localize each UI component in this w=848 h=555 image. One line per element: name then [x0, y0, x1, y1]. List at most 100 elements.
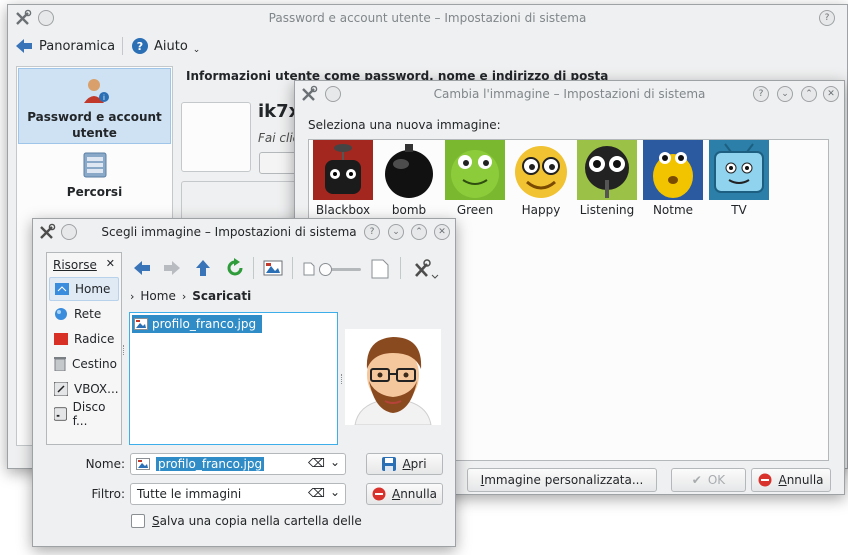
help-button[interactable]: ? [364, 224, 380, 240]
main-window-help-button[interactable]: ? [819, 10, 835, 26]
overview-label: Panoramica [39, 38, 116, 54]
sidebar-item-password-accounts[interactable]: i Password e account utente [18, 68, 171, 144]
help-label: Aiuto [154, 38, 188, 54]
user-avatar-frame[interactable] [181, 102, 251, 172]
file-dialog: Scegli immagine – Impostazioni di sistem… [32, 218, 456, 547]
help-button[interactable]: ? [753, 86, 769, 102]
filter-combo[interactable]: Tutte le immagini ⌫ ⌄ [130, 483, 346, 505]
places-item-disk[interactable]: Disco f... [49, 400, 119, 428]
overview-button[interactable]: Panoramica [14, 35, 115, 57]
cancel-icon [758, 473, 772, 487]
toolbar-separator [253, 257, 254, 279]
tools-icon[interactable] [38, 223, 56, 241]
file-dialog-title: Scegli immagine – Impostazioni di sistem… [101, 225, 357, 239]
filter-value: Tutte le immagini [137, 487, 242, 501]
places-item-label: Disco f... [72, 400, 106, 428]
save-copy-label[interactable]: Salva una copia nella cartella delle [152, 514, 362, 528]
close-button[interactable]: ✕ [434, 224, 450, 240]
list-item[interactable]: profilo_franco.jpg [132, 315, 263, 333]
places-item-root[interactable]: Radice [49, 327, 119, 351]
user-account-icon: i [84, 79, 109, 103]
avatar-option[interactable]: Green [443, 140, 507, 217]
avatar-option[interactable]: Blackbox [311, 140, 375, 217]
chevron-right-icon: › [130, 289, 135, 303]
maximize-button[interactable]: ⌃ [801, 86, 817, 102]
file-list[interactable]: profilo_franco.jpg [129, 312, 338, 445]
window-menu-button[interactable] [61, 224, 77, 240]
ok-button[interactable]: ✔ OK [671, 468, 746, 492]
avatar-option[interactable]: TV [707, 140, 771, 217]
places-header: Risorse [53, 258, 97, 272]
blackbox-robot-icon [313, 140, 373, 200]
image-preview [345, 329, 441, 426]
open-button[interactable]: Apri [366, 453, 443, 475]
main-window-title: Password e account utente – Impostazioni… [268, 11, 587, 25]
places-item-vbox[interactable]: VBOX... [49, 377, 119, 401]
avatar-label: Notme [652, 203, 694, 217]
back-icon[interactable] [132, 259, 152, 277]
check-icon: ✔ [691, 473, 702, 487]
main-window-titlebar[interactable]: Password e account utente – Impostazioni… [8, 5, 847, 31]
toolbar-separator [122, 37, 123, 55]
settings-tools-icon[interactable] [413, 258, 439, 280]
places-item-label: Home [75, 282, 111, 296]
avatar-label: Green [456, 203, 494, 217]
listening-face-icon [577, 140, 637, 200]
places-item-network[interactable]: Rete [49, 302, 119, 326]
maximize-button[interactable]: ⌃ [411, 224, 427, 240]
reload-icon[interactable] [225, 258, 245, 278]
root-folder-icon [54, 333, 68, 345]
vbox-drive-icon [54, 382, 68, 396]
clear-text-icon[interactable]: ⌫ [308, 456, 325, 470]
forward-icon[interactable] [162, 259, 182, 277]
name-combo[interactable]: profilo_franco.jpg ⌫ ⌄ [130, 453, 346, 475]
up-icon[interactable] [194, 258, 212, 278]
help-menu-button[interactable]: ? Aiuto ⌄ [131, 35, 200, 57]
save-open-icon [382, 457, 397, 471]
save-copy-checkbox[interactable] [131, 514, 145, 528]
name-input-value[interactable]: profilo_franco.jpg [156, 457, 265, 471]
places-item-trash[interactable]: Cestino [49, 352, 119, 376]
close-icon[interactable]: ✕ [106, 257, 115, 270]
breadcrumb-current[interactable]: Scaricati [192, 289, 251, 303]
main-window-menu-button[interactable] [38, 10, 54, 26]
sidebar-item-paths[interactable]: Percorsi [18, 149, 171, 205]
help-icon: ? [132, 38, 148, 54]
splitter-handle[interactable] [341, 374, 344, 384]
cancel-button[interactable]: Annulla [366, 483, 443, 505]
avatar-option[interactable]: Happy [509, 140, 573, 217]
splitter-handle[interactable] [123, 345, 126, 355]
tools-icon[interactable] [14, 9, 32, 27]
preview-toggle-icon[interactable] [263, 260, 283, 276]
filter-label: Filtro: [91, 487, 125, 501]
avatar-option[interactable]: bomb [377, 140, 441, 217]
back-arrow-icon [16, 39, 32, 53]
window-menu-button[interactable] [325, 86, 341, 102]
name-label: Nome: [85, 457, 125, 471]
breadcrumb-home[interactable]: Home [140, 289, 175, 303]
zoom-slider[interactable] [319, 263, 361, 276]
sidebar-item-label: Percorsi [66, 185, 123, 199]
cancel-button[interactable]: Annulla [751, 468, 831, 492]
avatar-option[interactable]: Notme [641, 140, 705, 217]
profile-avatar-image [345, 329, 441, 426]
chevron-down-icon[interactable]: ⌄ [330, 485, 340, 499]
minimize-button[interactable]: ⌄ [777, 86, 793, 102]
close-button[interactable]: ✕ [823, 86, 839, 102]
avatar-label: Blackbox [315, 203, 371, 217]
chevron-down-icon[interactable]: ⌄ [330, 455, 340, 469]
change-avatar-button[interactable] [259, 152, 299, 174]
image-file-icon [136, 458, 150, 470]
places-item-home[interactable]: Home [49, 277, 119, 301]
minimize-button[interactable]: ⌄ [388, 224, 404, 240]
svg-text:?: ? [137, 40, 143, 53]
places-item-label: Radice [74, 332, 115, 346]
clear-text-icon[interactable]: ⌫ [308, 486, 325, 500]
tools-icon[interactable] [300, 85, 318, 103]
file-name: profilo_franco.jpg [152, 317, 257, 331]
avatar-label: bomb [391, 203, 427, 217]
cancel-icon [372, 487, 386, 501]
custom-image-button[interactable]: Immagine personalizzata... [467, 468, 657, 492]
zoom-slider-handle[interactable] [319, 263, 332, 276]
avatar-option[interactable]: Listening [575, 140, 639, 217]
